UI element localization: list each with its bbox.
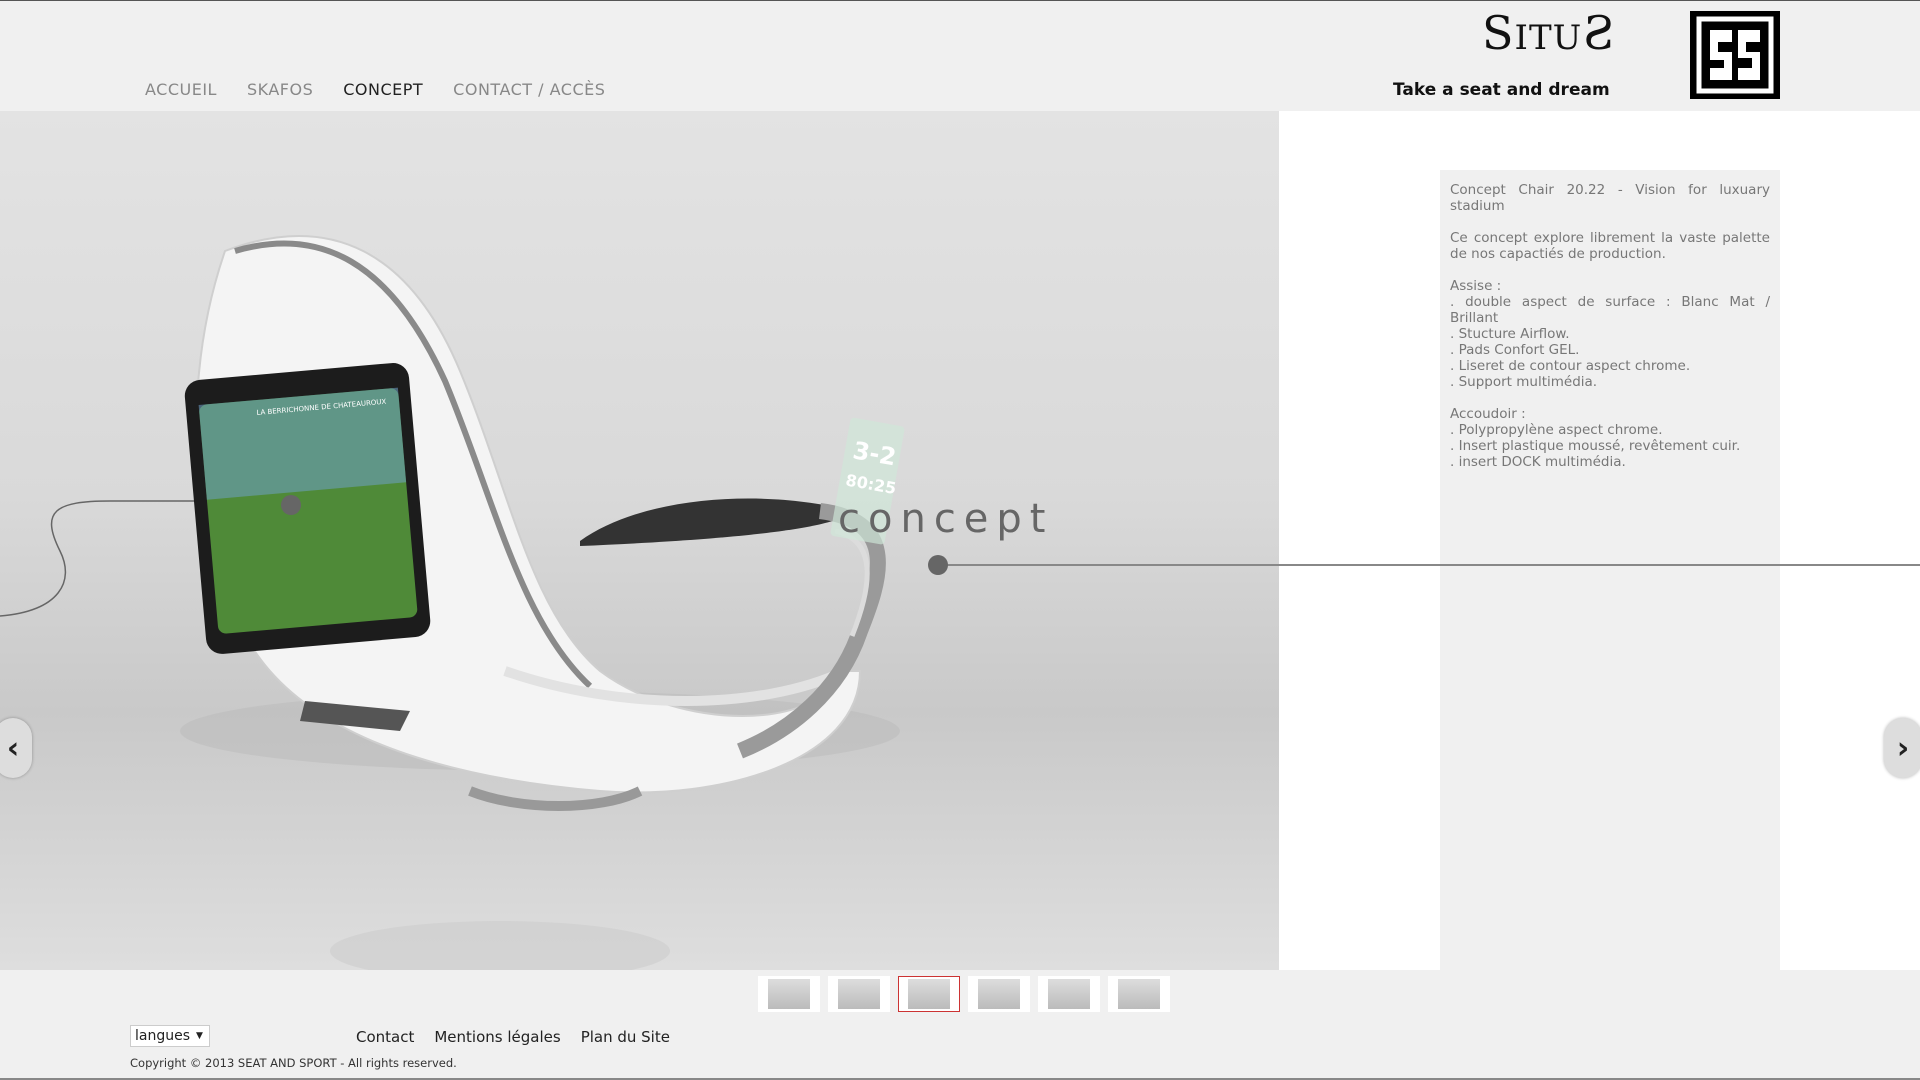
accoudoir-item: . Insert plastique moussé, revêtement cu… <box>1450 438 1741 454</box>
language-select-value: langues <box>135 1028 191 1044</box>
thumbnail-strip <box>758 976 1170 1012</box>
thumbnail-image <box>838 979 880 1009</box>
accoudoir-item: . Polypropylène aspect chrome. <box>1450 422 1663 438</box>
chair-illustration: LA BERRICHONNE DE CHATEAUROUX 3-2 80:25 <box>0 235 905 970</box>
footer-link-plan-du-site[interactable]: Plan du Site <box>581 1028 670 1046</box>
chevron-right-icon: › <box>1896 730 1910 766</box>
thumbnail-3[interactable] <box>898 976 960 1012</box>
nav-skafos[interactable]: SKAFOS <box>247 80 313 99</box>
thumbnail-6[interactable] <box>1108 976 1170 1012</box>
info-intro: Ce concept explore librement la vaste pa… <box>1450 230 1770 262</box>
thumbnail-1[interactable] <box>758 976 820 1012</box>
assise-item: . Support multimédia. <box>1450 374 1598 390</box>
thumbnail-5[interactable] <box>1038 976 1100 1012</box>
chevron-left-icon: ‹ <box>6 730 20 766</box>
hotspot-connector-line <box>938 564 1920 566</box>
thumbnail-2[interactable] <box>828 976 890 1012</box>
slide-overlay-word: concept <box>838 496 1054 542</box>
emblem-logo[interactable] <box>1690 11 1780 99</box>
thumbnail-4[interactable] <box>968 976 1030 1012</box>
logo-letter-first: S <box>1482 6 1515 60</box>
language-select[interactable]: langues ▼ <box>130 1025 210 1047</box>
next-slide-button[interactable]: › <box>1884 718 1920 778</box>
thumbnail-image <box>768 979 810 1009</box>
accoudoir-heading: Accoudoir : <box>1450 406 1526 422</box>
footer-links: Contact Mentions légales Plan du Site <box>356 1028 670 1046</box>
nav-contact-acces[interactable]: CONTACT / ACCÈS <box>453 80 605 99</box>
thumbnail-image <box>978 979 1020 1009</box>
concept-slide: LA BERRICHONNE DE CHATEAUROUX 3-2 80:25 … <box>0 111 1279 970</box>
logo-letter-last: S <box>1582 6 1615 60</box>
hotspot-armrest[interactable] <box>928 555 948 575</box>
info-title: Concept Chair 20.22 - Vision for luxuary… <box>1450 182 1770 214</box>
info-assise: Assise : . double aspect de surface : Bl… <box>1450 278 1770 390</box>
assise-heading: Assise : <box>1450 278 1502 294</box>
hotspot-tablet[interactable] <box>281 495 301 515</box>
info-accoudoir: Accoudoir : . Polypropylène aspect chrom… <box>1450 406 1770 470</box>
info-panel: Concept Chair 20.22 - Vision for luxuary… <box>1440 170 1780 970</box>
caret-down-icon: ▼ <box>196 1031 203 1041</box>
copyright: Copyright © 2013 SEAT AND SPORT - All ri… <box>130 1056 457 1070</box>
logo-letters-middle: ITU <box>1514 18 1583 58</box>
prev-slide-button[interactable]: ‹ <box>0 718 32 778</box>
situs-logo[interactable]: SITUS <box>1482 6 1615 60</box>
assise-item: . Pads Confort GEL. <box>1450 342 1580 358</box>
assise-item: . Stucture Airflow. <box>1450 326 1570 342</box>
emblem-icon <box>1696 16 1774 94</box>
assise-item: . double aspect de surface : Blanc Mat /… <box>1450 294 1770 326</box>
top-border <box>0 0 1920 1</box>
thumbnail-image <box>908 979 950 1009</box>
thumbnail-image <box>1048 979 1090 1009</box>
footer-link-contact[interactable]: Contact <box>356 1028 414 1046</box>
accoudoir-item: . insert DOCK multimédia. <box>1450 454 1626 470</box>
thumbnail-image <box>1118 979 1160 1009</box>
footer-link-mentions-legales[interactable]: Mentions légales <box>434 1028 560 1046</box>
tagline: Take a seat and dream <box>1393 80 1610 100</box>
nav-accueil[interactable]: ACCUEIL <box>145 80 217 99</box>
assise-item: . Liseret de contour aspect chrome. <box>1450 358 1691 374</box>
main-nav: ACCUEIL SKAFOS CONCEPT CONTACT / ACCÈS <box>145 80 605 99</box>
nav-concept[interactable]: CONCEPT <box>343 80 423 99</box>
